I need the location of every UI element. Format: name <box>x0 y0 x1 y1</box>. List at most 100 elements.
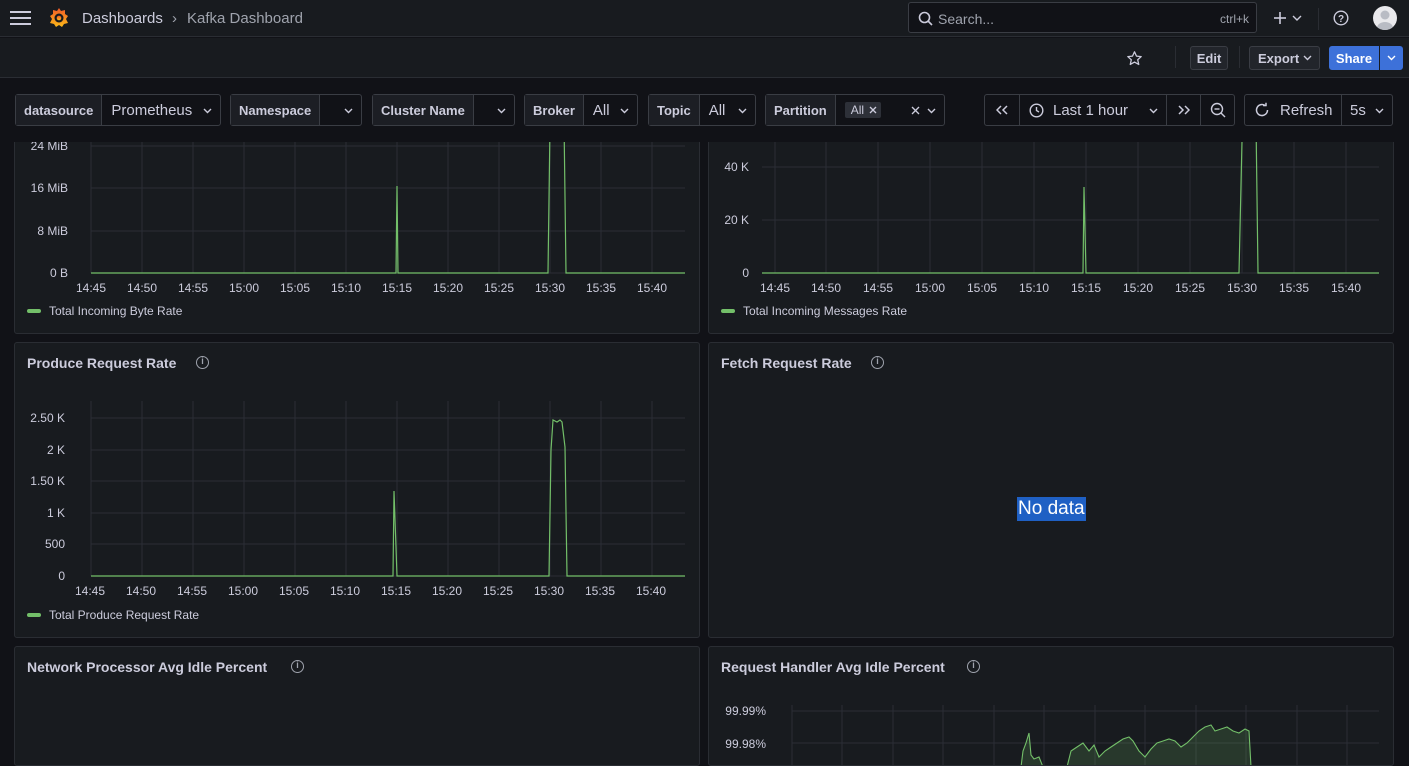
x-ticks: 14:45 14:50 14:55 15:00 15:05 15:10 15:1… <box>760 281 1361 295</box>
breadcrumb-separator: › <box>172 10 177 27</box>
panel-produce-request-rate[interactable]: Produce Request Rate 2.50 K 2 K 1.50 K 1… <box>14 342 700 638</box>
x-tick: 15:40 <box>1331 281 1361 295</box>
x-tick: 15:15 <box>382 281 412 295</box>
panel-network-processor-idle[interactable]: Network Processor Avg Idle Percent <box>14 646 700 766</box>
variable-datasource[interactable]: datasource Prometheus <box>15 94 221 126</box>
time-range-label: Last 1 hour <box>1053 101 1129 119</box>
x-tick: 15:15 <box>381 584 411 598</box>
refresh-button[interactable]: Refresh <box>1245 95 1342 125</box>
legend-item[interactable]: Total Incoming Byte Rate <box>27 304 182 318</box>
refresh-interval-picker[interactable]: 5s <box>1342 95 1392 125</box>
x-tick: 15:10 <box>330 584 360 598</box>
y-tick: 0 <box>742 266 749 280</box>
panel-incoming-messages-rate[interactable]: 40 K 20 K 0 14:45 14:50 14:55 15:00 15:0… <box>708 120 1394 334</box>
x-tick: 15:10 <box>331 281 361 295</box>
add-new-button[interactable] <box>1271 9 1305 27</box>
variable-partition[interactable]: Partition All <box>765 94 945 126</box>
panel-incoming-byte-rate[interactable]: 24 MiB 16 MiB 8 MiB 0 B 14:45 14:50 14:55 1… <box>14 120 700 334</box>
help-icon[interactable]: ? <box>1333 10 1349 26</box>
x-tick: 14:50 <box>126 584 156 598</box>
x-tick: 15:30 <box>535 281 565 295</box>
export-label: Export <box>1258 50 1300 66</box>
legend-label: Total Incoming Messages Rate <box>743 304 908 318</box>
x-tick: 15:05 <box>280 281 310 295</box>
x-tick: 14:50 <box>127 281 157 295</box>
y-tick: 0 B <box>50 266 68 280</box>
chevron-down-icon <box>1149 108 1158 114</box>
partition-chip[interactable]: All <box>844 102 882 118</box>
zoom-out-button[interactable] <box>1201 95 1234 125</box>
series-line <box>762 121 1379 274</box>
close-icon[interactable] <box>869 106 877 114</box>
time-range-picker[interactable]: Last 1 hour <box>1020 95 1167 125</box>
chevrons-left-icon <box>996 105 1008 115</box>
x-tick: 14:45 <box>760 281 790 295</box>
y-tick: 20 K <box>724 213 749 227</box>
x-tick: 14:45 <box>75 584 105 598</box>
chevron-down-icon <box>497 108 506 114</box>
y-tick: 8 MiB <box>37 224 68 238</box>
menu-icon[interactable] <box>10 10 31 26</box>
x-tick: 15:40 <box>636 584 666 598</box>
chevron-down-icon <box>203 108 212 114</box>
chip-label: All <box>850 103 865 117</box>
x-tick: 15:20 <box>1123 281 1153 295</box>
series-line <box>91 419 685 577</box>
legend-label: Total Produce Request Rate <box>49 608 200 622</box>
legend-item[interactable]: Total Incoming Messages Rate <box>721 304 907 318</box>
refresh-group: Refresh 5s <box>1244 94 1393 126</box>
export-button[interactable]: Export <box>1249 46 1320 70</box>
info-icon[interactable] <box>871 356 884 369</box>
chevron-down-icon <box>738 108 747 114</box>
grafana-logo-icon[interactable] <box>47 6 71 30</box>
legend-swatch <box>721 309 735 313</box>
breadcrumb-current: Kafka Dashboard <box>187 10 303 27</box>
series-area <box>1020 724 1252 765</box>
variable-broker[interactable]: Broker All <box>524 94 638 126</box>
share-options-button[interactable] <box>1380 46 1403 70</box>
panel-fetch-request-rate[interactable]: Fetch Request Rate No data <box>708 342 1394 638</box>
variable-topic[interactable]: Topic All <box>648 94 756 126</box>
y-tick: 99.99% <box>725 704 766 718</box>
time-forward-button[interactable] <box>1167 95 1201 125</box>
breadcrumb-dashboards[interactable]: Dashboards <box>82 10 163 27</box>
legend-item[interactable]: Total Produce Request Rate <box>27 608 199 622</box>
star-icon[interactable] <box>1126 50 1143 67</box>
panel-request-handler-idle[interactable]: Request Handler Avg Idle Percent 99.99% … <box>708 646 1394 766</box>
clear-icon[interactable] <box>911 106 920 115</box>
refresh-label: Refresh <box>1280 101 1333 119</box>
y-tick: 1 K <box>47 506 65 520</box>
time-back-button[interactable] <box>985 95 1020 125</box>
info-icon[interactable] <box>291 660 304 673</box>
x-tick: 15:10 <box>1019 281 1049 295</box>
zoom-out-icon <box>1210 102 1225 118</box>
dashboard-toolbar: Edit Export Share <box>0 38 1409 78</box>
edit-button[interactable]: Edit <box>1190 46 1228 70</box>
x-tick: 15:30 <box>1227 281 1257 295</box>
y-tick: 99.98% <box>725 737 766 751</box>
variable-cluster-name[interactable]: Cluster Name <box>372 94 515 126</box>
x-tick: 15:20 <box>432 584 462 598</box>
y-tick: 2 K <box>47 443 65 457</box>
variable-namespace[interactable]: Namespace <box>230 94 362 126</box>
chevrons-right-icon <box>1177 105 1190 115</box>
x-tick: 15:35 <box>1279 281 1309 295</box>
handler-idle-chart: 99.99% 99.98% <box>725 704 1379 765</box>
y-tick: 500 <box>45 537 65 551</box>
grid <box>90 121 685 274</box>
search-shortcut: ctrl+k <box>1219 12 1249 26</box>
byte-rate-chart: 24 MiB 16 MiB 8 MiB 0 B 14:45 14:50 14:55 1… <box>31 121 685 295</box>
x-tick: 15:40 <box>637 281 667 295</box>
share-button[interactable]: Share <box>1329 46 1379 70</box>
variable-value: All <box>592 101 610 119</box>
x-tick: 14:55 <box>177 584 207 598</box>
chevron-down-icon <box>927 108 936 114</box>
x-tick: 15:05 <box>967 281 997 295</box>
y-tick: 0 <box>58 569 65 583</box>
search-input[interactable]: Search... ctrl+k <box>908 2 1257 33</box>
search-icon <box>918 11 933 26</box>
avatar[interactable] <box>1373 6 1397 30</box>
refresh-icon <box>1255 102 1269 117</box>
refresh-interval-value: 5s <box>1350 101 1366 119</box>
panel-title: Network Processor Avg Idle Percent <box>27 659 268 675</box>
